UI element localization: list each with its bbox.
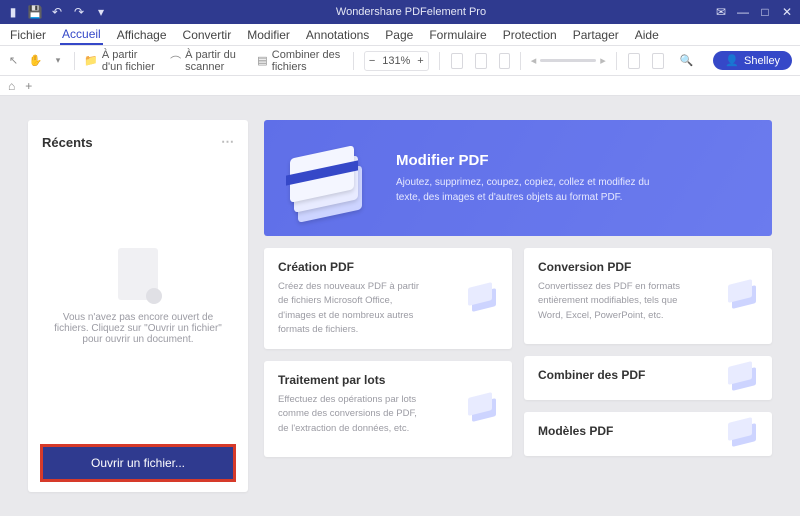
- file-placeholder-icon: [118, 248, 158, 300]
- new-tab-button[interactable]: +: [25, 79, 32, 93]
- home-tab-icon[interactable]: ⌂: [8, 79, 15, 93]
- page-view-icon[interactable]: [475, 53, 487, 69]
- user-name: Shelley: [744, 55, 780, 67]
- menu-aide[interactable]: Aide: [633, 26, 661, 44]
- zoom-value: 131%: [379, 55, 413, 67]
- zoom-control[interactable]: − 131% +: [364, 51, 429, 71]
- actions-area: Modifier PDF Ajoutez, supprimez, coupez,…: [264, 120, 772, 492]
- menu-convertir[interactable]: Convertir: [181, 26, 234, 44]
- separator: [439, 52, 440, 70]
- hero-modify-pdf[interactable]: Modifier PDF Ajoutez, supprimez, coupez,…: [264, 120, 772, 236]
- toolbar: ↖ ✋ ▾ 📁 À partir d'un fichier ⌒ À partir…: [0, 46, 800, 76]
- separator: [616, 52, 617, 70]
- close-button[interactable]: ✕: [780, 6, 794, 18]
- hand-icon[interactable]: ✋: [29, 53, 43, 69]
- card-desc: Créez des nouveaux PDF à partir de fichi…: [278, 280, 428, 337]
- card-templates-pdf[interactable]: Modèles PDF: [524, 412, 772, 456]
- menu-modifier[interactable]: Modifier: [245, 26, 292, 44]
- folder-icon: 📁: [84, 53, 98, 69]
- card-title: Conversion PDF: [538, 260, 758, 274]
- menu-partager[interactable]: Partager: [571, 26, 621, 44]
- dropdown-icon[interactable]: ▾: [94, 6, 108, 18]
- redo-icon[interactable]: ↷: [72, 6, 86, 18]
- chevron-down-icon[interactable]: ▾: [53, 53, 64, 69]
- from-file-button[interactable]: 📁 À partir d'un fichier: [84, 49, 160, 73]
- zoom-slider[interactable]: ◂ ▸: [531, 54, 606, 67]
- view-mode-icon[interactable]: [628, 53, 640, 69]
- card-desc: Convertissez des PDF en formats entièrem…: [538, 280, 688, 323]
- open-file-button[interactable]: Ouvrir un fichier...: [42, 446, 234, 480]
- page-view-icon[interactable]: [451, 53, 463, 69]
- app-logo-icon: ▮: [6, 6, 20, 18]
- from-scanner-label: À partir du scanner: [185, 49, 247, 73]
- minimize-button[interactable]: —: [736, 6, 750, 18]
- user-pill[interactable]: 👤 Shelley: [713, 51, 792, 70]
- hero-desc: Ajoutez, supprimez, coupez, copiez, coll…: [396, 175, 656, 205]
- card-convert-pdf[interactable]: Conversion PDF Convertissez des PDF en f…: [524, 248, 772, 344]
- card-combine-pdf[interactable]: Combiner des PDF: [524, 356, 772, 400]
- cards-grid: Création PDF Créez des nouveaux PDF à pa…: [264, 248, 772, 457]
- menu-affichage[interactable]: Affichage: [115, 26, 169, 44]
- card-title: Traitement par lots: [278, 373, 498, 387]
- menu-annotations[interactable]: Annotations: [304, 26, 371, 44]
- page-view-icon[interactable]: [499, 53, 511, 69]
- card-title: Modèles PDF: [538, 424, 758, 438]
- recents-menu-icon[interactable]: ⋯: [221, 134, 234, 150]
- search-icon[interactable]: 🔍: [680, 53, 694, 69]
- view-mode-icon[interactable]: [652, 53, 664, 69]
- open-file-label: Ouvrir un fichier...: [91, 456, 185, 470]
- menu-accueil[interactable]: Accueil: [60, 25, 103, 45]
- menu-protection[interactable]: Protection: [501, 26, 559, 44]
- card-illustration: [466, 285, 502, 313]
- hero-title: Modifier PDF: [396, 152, 656, 169]
- combine-files-button[interactable]: ▤ Combiner des fichiers: [257, 49, 343, 73]
- card-illustration: [726, 420, 762, 448]
- card-batch[interactable]: Traitement par lots Effectuez des opérat…: [264, 361, 512, 457]
- menu-formulaire[interactable]: Formulaire: [427, 26, 488, 44]
- card-create-pdf[interactable]: Création PDF Créez des nouveaux PDF à pa…: [264, 248, 512, 349]
- recents-panel: Récents ⋯ Vous n'avez pas encore ouvert …: [28, 120, 248, 492]
- notification-icon[interactable]: ✉: [714, 6, 728, 18]
- user-icon: 👤: [725, 54, 739, 67]
- slider-left-icon: ◂: [531, 54, 537, 67]
- home-content: Récents ⋯ Vous n'avez pas encore ouvert …: [0, 96, 800, 516]
- undo-icon[interactable]: ↶: [50, 6, 64, 18]
- separator: [74, 52, 75, 70]
- card-desc: Effectuez des opérations par lots comme …: [278, 393, 428, 436]
- card-illustration: [726, 364, 762, 392]
- separator: [353, 52, 354, 70]
- card-illustration: [466, 395, 502, 423]
- from-file-label: À partir d'un fichier: [102, 49, 160, 73]
- zoom-in-button[interactable]: +: [417, 55, 423, 67]
- combine-files-label: Combiner des fichiers: [272, 49, 343, 73]
- recents-empty-state: Vous n'avez pas encore ouvert de fichier…: [42, 156, 234, 436]
- menu-page[interactable]: Page: [383, 26, 415, 44]
- hero-illustration: [282, 136, 382, 220]
- combine-icon: ▤: [257, 53, 268, 69]
- slider-right-icon: ▸: [600, 54, 606, 67]
- from-scanner-button[interactable]: ⌒ À partir du scanner: [170, 49, 247, 73]
- app-title: Wondershare PDFelement Pro: [108, 6, 714, 18]
- recents-empty-text: Vous n'avez pas encore ouvert de fichier…: [50, 312, 226, 345]
- tab-bar: ⌂ +: [0, 76, 800, 96]
- slider-track[interactable]: [540, 59, 596, 62]
- card-title: Création PDF: [278, 260, 498, 274]
- menu-fichier[interactable]: Fichier: [8, 26, 48, 44]
- maximize-button[interactable]: □: [758, 6, 772, 18]
- card-illustration: [726, 282, 762, 310]
- title-bar: ▮ 💾 ↶ ↷ ▾ Wondershare PDFelement Pro ✉ —…: [0, 0, 800, 24]
- menu-bar: Fichier Accueil Affichage Convertir Modi…: [0, 24, 800, 46]
- pointer-icon[interactable]: ↖: [8, 53, 19, 69]
- zoom-out-button[interactable]: −: [369, 55, 375, 67]
- separator: [520, 52, 521, 70]
- scanner-icon: ⌒: [170, 53, 181, 69]
- save-icon[interactable]: 💾: [28, 6, 42, 18]
- card-title: Combiner des PDF: [538, 368, 758, 382]
- recents-title: Récents: [42, 135, 93, 150]
